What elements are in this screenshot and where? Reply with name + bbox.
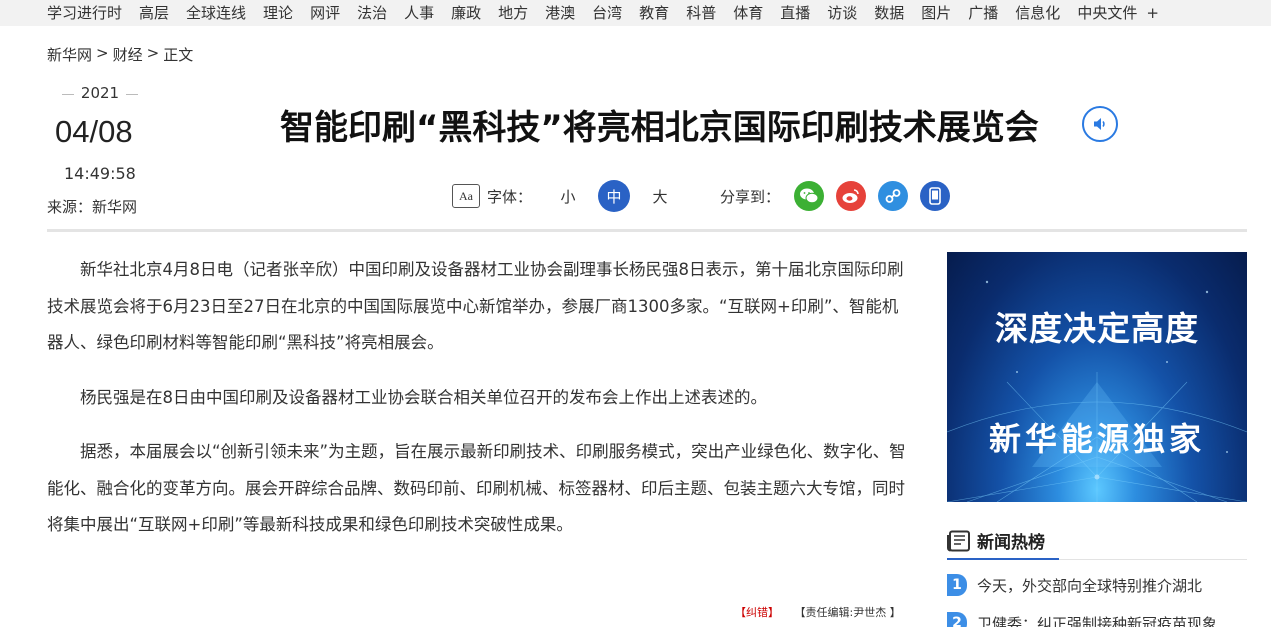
font-size-icon: Aa	[452, 184, 480, 208]
hot-news-rank: 2	[947, 612, 967, 627]
hot-news-link[interactable]: 今天，外交部向全球特别推介湖北	[977, 575, 1202, 596]
article-headline: 智能印刷“黑科技”将亮相北京国际印刷技术展览会	[280, 108, 1039, 148]
top-nav-item[interactable]: 廉政	[451, 2, 481, 24]
font-size-large-button[interactable]: 大	[644, 180, 676, 212]
link-icon	[885, 189, 901, 203]
responsible-editor: 【责任编辑:尹世杰 】	[794, 606, 901, 619]
banner-background-graphic	[947, 280, 1247, 502]
publish-time: 14:49:58	[64, 164, 136, 183]
article-body: 新华社北京4月8日电（记者张辛欣）中国印刷及设备器材工业协会副理事长杨民强8日表…	[47, 252, 907, 562]
wechat-icon	[800, 188, 819, 204]
top-nav-item[interactable]: 教育	[639, 2, 669, 24]
hot-news-title: 新闻热榜	[977, 533, 1045, 553]
hot-news-item[interactable]: 1 今天，外交部向全球特别推介湖北	[947, 574, 1247, 596]
hot-news-link[interactable]: 卫健委：纠正强制接种新冠疫苗现象	[977, 613, 1217, 627]
report-error-link[interactable]: 【纠错】	[735, 606, 779, 619]
top-nav-item[interactable]: 科普	[686, 2, 716, 24]
banner-subheadline: 新华能源独家	[988, 420, 1205, 458]
top-nav-item[interactable]: 网评	[310, 2, 340, 24]
top-nav-item[interactable]: 广播	[968, 2, 998, 24]
publish-month-day: 04/08	[55, 114, 133, 149]
top-nav-item[interactable]: 信息化	[1015, 2, 1060, 24]
top-nav-item[interactable]: 图片	[921, 2, 951, 24]
article-source: 来源：新华网	[47, 198, 138, 216]
hot-news-item[interactable]: 2 卫健委：纠正强制接种新冠疫苗现象	[947, 612, 1247, 627]
hot-news-rank: 1	[947, 574, 967, 596]
hot-news-header: 新闻热榜	[947, 528, 1045, 553]
weibo-icon	[842, 189, 859, 203]
audio-play-button[interactable]	[1082, 106, 1118, 142]
share-label: 分享到：	[720, 187, 781, 206]
share-weibo-button[interactable]	[836, 181, 867, 211]
top-nav-item[interactable]: 全球连线	[186, 2, 246, 24]
top-nav-item[interactable]: 理论	[263, 2, 293, 24]
font-size-medium-button[interactable]: 中	[598, 180, 631, 212]
top-nav-item[interactable]: 体育	[733, 2, 763, 24]
article-toolbar: Aa 字体： 小 中 大 分享到：	[452, 178, 962, 214]
editor-credit: 【纠错】 【责任编辑:尹世杰 】	[735, 604, 901, 620]
top-nav-item[interactable]: 数据	[874, 2, 904, 24]
breadcrumb-current: 正文	[163, 46, 194, 64]
breadcrumb-section-link[interactable]: 财经	[113, 44, 143, 65]
breadcrumb-site-link[interactable]: 新华网	[47, 44, 92, 65]
top-nav-item[interactable]: 法治	[357, 2, 387, 24]
top-nav-item[interactable]: 台湾	[592, 2, 622, 24]
top-nav-item[interactable]: 高层	[139, 2, 169, 24]
share-mobile-button[interactable]	[920, 181, 951, 211]
top-nav-item[interactable]: 港澳	[545, 2, 575, 24]
share-wechat-button[interactable]	[794, 181, 825, 211]
top-nav-item[interactable]: 访谈	[827, 2, 857, 24]
newspaper-icon	[947, 530, 970, 551]
header-divider	[47, 229, 1247, 232]
breadcrumb-separator: >	[96, 44, 109, 62]
article-paragraph: 杨民强是在8日由中国印刷及设备器材工业协会联合相关单位召开的发布会上作出上述表述…	[80, 387, 767, 407]
mobile-icon	[929, 187, 941, 205]
top-nav-item[interactable]: 人事	[404, 2, 434, 24]
font-size-label: 字体：	[487, 187, 533, 206]
hot-news-rule	[947, 558, 1247, 560]
promo-banner[interactable]: 深度决定高度 新华能源独家	[947, 252, 1247, 502]
top-nav: 学习进行时 高层 全球连线 理论 网评 法治 人事 廉政 地方 港澳 台湾 教育 科普 体育 直播 访谈 数据图…	[0, 0, 1271, 26]
publish-year: 2021	[62, 84, 138, 102]
article-paragraph: 新华社北京4月8日电（记者张辛欣）中国印刷及设备器材工业协会副理事长杨民强8日表…	[47, 260, 904, 352]
top-nav-item[interactable]: 中央文件	[1077, 2, 1137, 24]
share-link-button[interactable]	[878, 181, 909, 211]
speaker-icon	[1094, 118, 1105, 130]
top-nav-more-button[interactable]: +	[1146, 4, 1159, 22]
banner-headline: 深度决定高度	[995, 309, 1199, 348]
breadcrumb: 新华网 > 财经 > 正文	[47, 44, 193, 65]
breadcrumb-separator: >	[146, 44, 160, 62]
top-nav-items: 学习进行时 高层 全球连线 理论 网评 法治 人事 廉政 地方 港澳 台湾 教育 科普 体育 直播 访谈 数据图…	[47, 0, 1159, 26]
article-paragraph: 据悉，本届展会以“创新引领未来”为主题，旨在展示最新印刷技术、印刷服务模式，突出…	[47, 442, 906, 534]
font-size-small-button[interactable]: 小	[552, 180, 584, 212]
top-nav-item[interactable]: 直播	[780, 2, 810, 24]
top-nav-item[interactable]: 地方	[498, 2, 528, 24]
top-nav-item[interactable]: 学习进行时	[47, 2, 122, 24]
